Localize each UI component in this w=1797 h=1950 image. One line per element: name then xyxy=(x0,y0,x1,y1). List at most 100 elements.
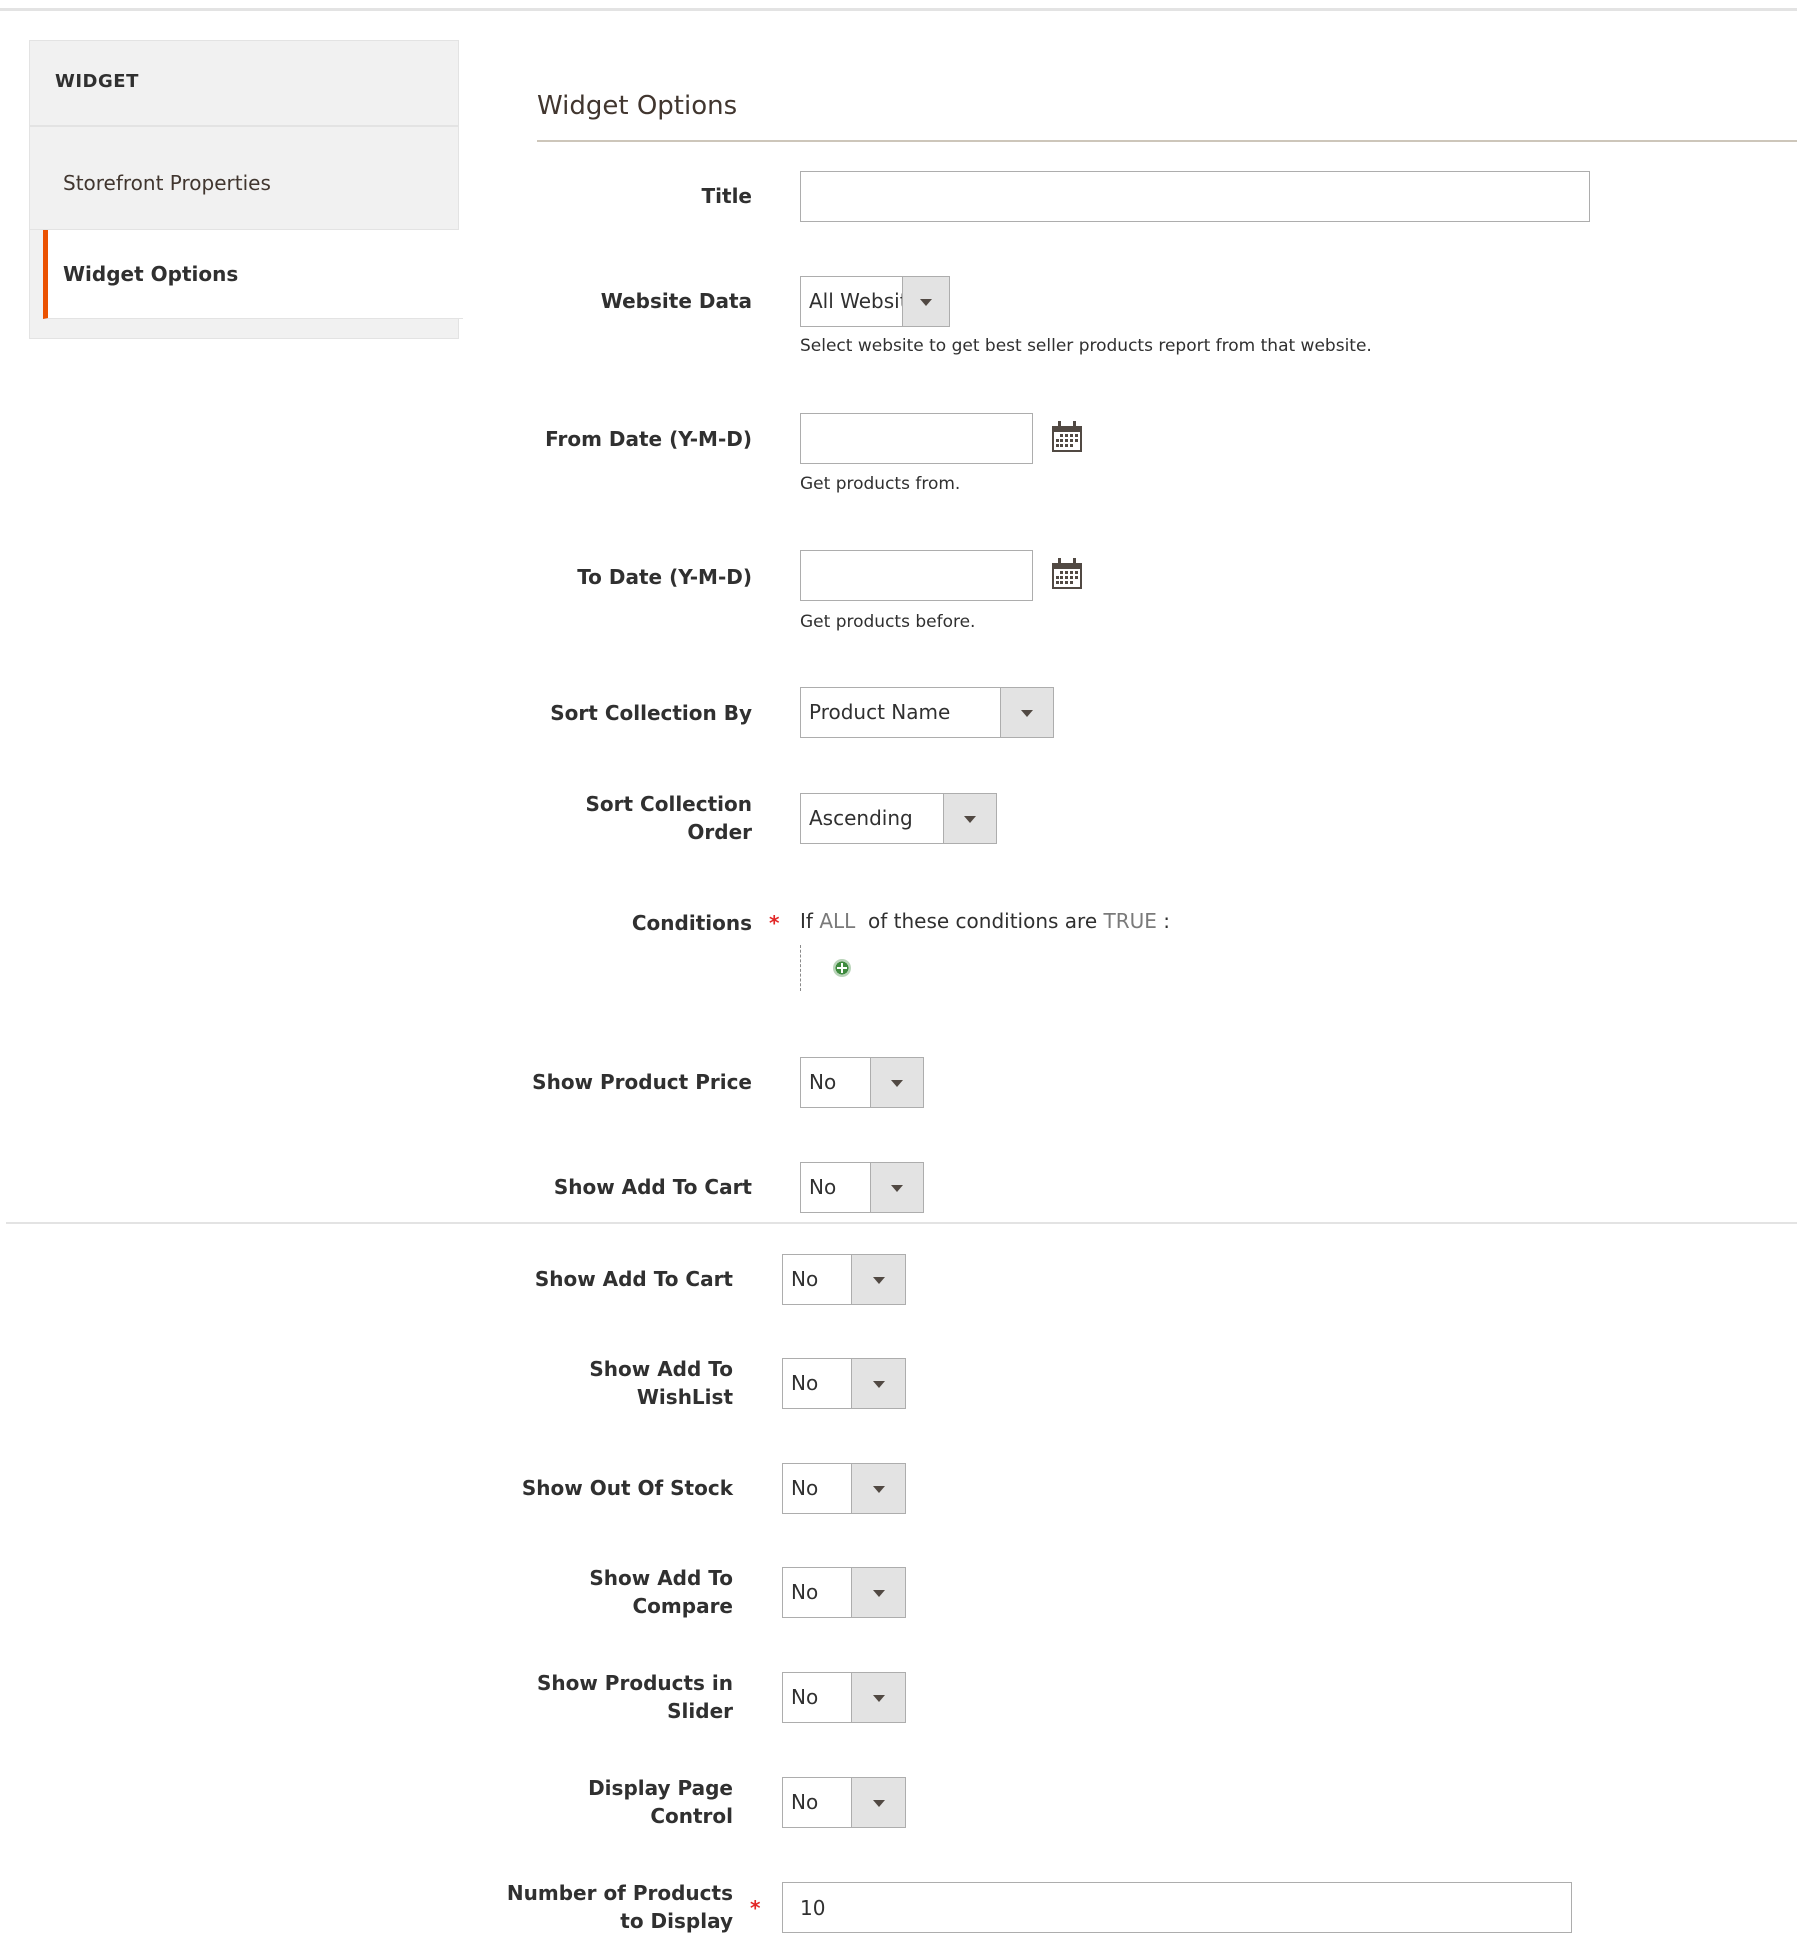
sort-order-label-line1: Sort Collection xyxy=(585,792,752,816)
chevron-down-icon xyxy=(920,298,932,306)
show-add-to-compare-label: Show Add To Compare xyxy=(421,1564,733,1620)
show-add-to-wishlist-dropdown-button[interactable] xyxy=(851,1359,905,1408)
number-of-products-value: 10 xyxy=(800,1896,826,1920)
from-date-note: Get products from. xyxy=(800,474,961,494)
sort-by-label: Sort Collection By xyxy=(550,701,752,725)
display-page-control-label-line2: Control xyxy=(650,1804,733,1828)
required-star: * xyxy=(769,911,780,935)
show-add-to-wishlist-select[interactable]: No xyxy=(782,1358,906,1409)
show-add-to-compare-select[interactable]: No xyxy=(782,1567,906,1618)
chevron-down-icon xyxy=(1021,709,1033,717)
show-product-price-label: Show Product Price xyxy=(532,1070,752,1094)
display-page-control-label: Display Page Control xyxy=(421,1774,733,1830)
conditions-label: Conditions xyxy=(631,911,752,935)
show-out-of-stock-select[interactable]: No xyxy=(782,1463,906,1514)
show-add-to-cart-dropdown-button[interactable] xyxy=(870,1163,923,1212)
chevron-down-icon xyxy=(872,1380,885,1388)
section-divider xyxy=(537,140,1797,142)
to-date-input[interactable] xyxy=(800,550,1033,601)
website-data-select[interactable]: All Website xyxy=(800,276,950,327)
conditions-value-link[interactable]: TRUE xyxy=(1104,909,1157,933)
show-in-slider-label: Show Products in Slider xyxy=(421,1669,733,1725)
chevron-down-icon xyxy=(872,1589,885,1597)
show-in-slider-label-line2: Slider xyxy=(667,1699,733,1723)
show-add-to-compare-label-line2: Compare xyxy=(632,1594,734,1618)
sidebar-item-label: Widget Options xyxy=(63,262,239,286)
display-page-control-dropdown-button[interactable] xyxy=(851,1778,905,1827)
top-border xyxy=(0,8,1797,11)
show-product-price-dropdown-button[interactable] xyxy=(870,1058,923,1107)
section-title: Widget Options xyxy=(537,91,738,121)
display-page-control-value: No xyxy=(791,1790,819,1814)
sort-by-dropdown-button[interactable] xyxy=(1000,688,1053,737)
conditions-prefix: If xyxy=(800,909,813,933)
sort-order-select[interactable]: Ascending xyxy=(800,793,997,844)
show-in-slider-select[interactable]: No xyxy=(782,1672,906,1723)
show-out-of-stock-label: Show Out Of Stock xyxy=(521,1476,733,1500)
sort-order-value: Ascending xyxy=(809,806,913,830)
sort-order-dropdown-button[interactable] xyxy=(943,794,996,843)
website-data-label: Website Data xyxy=(600,289,752,313)
number-of-products-input[interactable]: 10 xyxy=(782,1882,1572,1933)
show-add-to-cart-value: No xyxy=(809,1175,837,1199)
to-date-label: To Date (Y-M-D) xyxy=(577,565,752,589)
conditions-suffix: : xyxy=(1163,909,1170,933)
sort-order-label: Sort Collection Order xyxy=(440,790,752,846)
show-add-to-cart-select-2[interactable]: No xyxy=(782,1254,906,1305)
show-out-of-stock-value: No xyxy=(791,1476,819,1500)
sidebar-item-widget-options[interactable]: Widget Options xyxy=(43,230,463,319)
show-product-price-value: No xyxy=(809,1070,837,1094)
show-add-to-wishlist-label-line2: WishList xyxy=(636,1385,733,1409)
from-date-input[interactable] xyxy=(800,413,1033,464)
show-add-to-cart-value-2: No xyxy=(791,1267,819,1291)
chevron-down-icon xyxy=(891,1184,903,1192)
website-data-note: Select website to get best seller produc… xyxy=(800,336,1372,356)
sidebar: WIDGET Storefront Properties Widget Opti… xyxy=(29,40,463,339)
title-label: Title xyxy=(701,184,752,208)
sort-by-value: Product Name xyxy=(809,700,951,724)
chevron-down-icon xyxy=(964,815,976,823)
required-star: * xyxy=(750,1896,761,1920)
chevron-down-icon xyxy=(891,1079,903,1087)
website-data-dropdown-button[interactable] xyxy=(902,277,949,326)
show-add-to-cart-label-2: Show Add To Cart xyxy=(534,1267,733,1291)
title-input[interactable] xyxy=(800,171,1590,222)
display-page-control-select[interactable]: No xyxy=(782,1777,906,1828)
sidebar-header-title: WIDGET xyxy=(55,71,139,92)
section-separator xyxy=(6,1222,1797,1224)
show-add-to-compare-value: No xyxy=(791,1580,819,1604)
chevron-down-icon xyxy=(872,1694,885,1702)
show-add-to-cart-select[interactable]: No xyxy=(800,1162,924,1213)
show-out-of-stock-dropdown-button[interactable] xyxy=(851,1464,905,1513)
chevron-down-icon xyxy=(872,1485,885,1493)
conditions-rule: If ALL of these conditions are TRUE : xyxy=(800,909,1170,933)
show-add-to-wishlist-label: Show Add To WishList xyxy=(421,1355,733,1411)
sidebar-item-storefront-properties[interactable]: Storefront Properties xyxy=(30,127,458,230)
plus-circle-icon[interactable] xyxy=(833,959,851,977)
number-of-products-label-line2: to Display xyxy=(620,1909,733,1933)
sort-by-select[interactable]: Product Name xyxy=(800,687,1054,738)
show-add-to-compare-label-line1: Show Add To xyxy=(589,1566,733,1590)
number-of-products-label-line1: Number of Products xyxy=(506,1881,733,1905)
show-add-to-cart-dropdown-button-2[interactable] xyxy=(851,1255,905,1304)
show-in-slider-value: No xyxy=(791,1685,819,1709)
from-date-label: From Date (Y-M-D) xyxy=(545,427,752,451)
display-page-control-label-line1: Display Page xyxy=(588,1776,733,1800)
show-add-to-cart-label: Show Add To Cart xyxy=(553,1175,752,1199)
chevron-down-icon xyxy=(872,1276,885,1284)
show-in-slider-dropdown-button[interactable] xyxy=(851,1673,905,1722)
conditions-aggregator-link[interactable]: ALL xyxy=(819,909,855,933)
show-in-slider-label-line1: Show Products in xyxy=(536,1671,733,1695)
conditions-tree-line xyxy=(800,945,801,991)
conditions-middle: of these conditions are xyxy=(868,909,1098,933)
sidebar-item-label: Storefront Properties xyxy=(63,171,271,195)
show-add-to-wishlist-value: No xyxy=(791,1371,819,1395)
sort-order-label-line2: Order xyxy=(687,820,752,844)
calendar-icon[interactable] xyxy=(1051,420,1083,453)
calendar-icon[interactable] xyxy=(1051,557,1083,590)
show-add-to-wishlist-label-line1: Show Add To xyxy=(589,1357,733,1381)
show-add-to-compare-dropdown-button[interactable] xyxy=(851,1568,905,1617)
show-product-price-select[interactable]: No xyxy=(800,1057,924,1108)
to-date-note: Get products before. xyxy=(800,612,976,632)
chevron-down-icon xyxy=(872,1799,885,1807)
